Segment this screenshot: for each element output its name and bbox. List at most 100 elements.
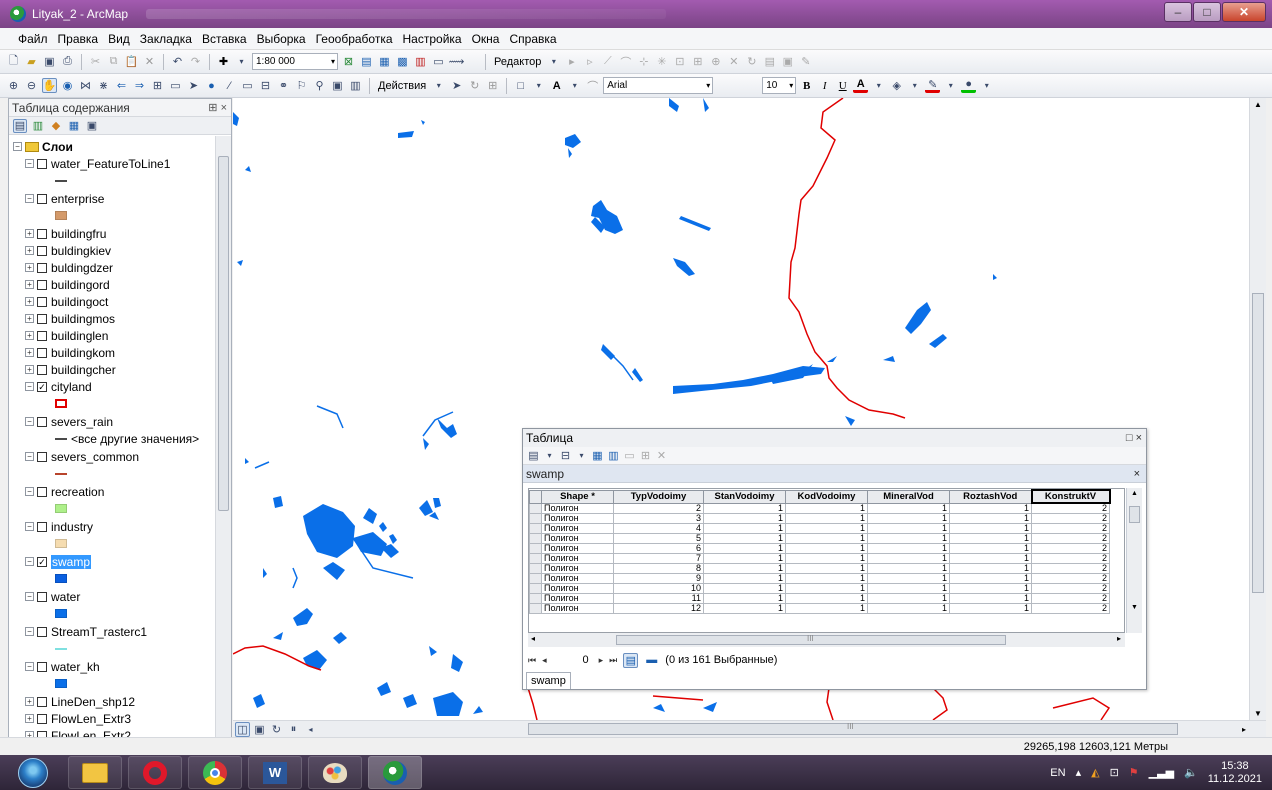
pause-drawing-icon[interactable]: ⏸ [286, 722, 301, 737]
table-cell[interactable]: 1 [785, 583, 868, 594]
minimize-button[interactable]: – [1164, 2, 1192, 22]
identify-icon[interactable]: ● [204, 78, 219, 93]
table-cell[interactable]: 1 [949, 603, 1032, 614]
refresh-icon[interactable]: ↻ [269, 722, 284, 737]
zoom-in-icon[interactable]: ⊕ [6, 78, 21, 93]
toc-pin-close-icon[interactable]: ⊞ × [208, 101, 227, 114]
taskbar-opera[interactable] [128, 756, 182, 789]
toc-scroll-thumb[interactable] [218, 156, 229, 511]
table-cell[interactable]: 1 [949, 563, 1032, 574]
table-cell[interactable]: 1 [867, 513, 950, 524]
collapse-icon[interactable]: − [25, 159, 34, 168]
table-cell[interactable]: 1 [703, 593, 786, 604]
cut-polygons-icon[interactable]: ⊕ [708, 54, 723, 69]
table-cell[interactable]: 1 [703, 533, 786, 544]
collapse-icon[interactable]: − [25, 522, 34, 531]
back-icon[interactable]: ⇐ [114, 78, 129, 93]
layer-visibility-checkbox[interactable] [37, 228, 47, 239]
row-selector[interactable] [529, 563, 542, 574]
scroll-left-icon[interactable]: ◂ [531, 634, 535, 643]
expand-icon[interactable]: + [25, 365, 34, 374]
time-slider-icon[interactable]: ⚲ [312, 78, 327, 93]
table-cell[interactable]: 1 [703, 573, 786, 584]
binoculars-icon[interactable]: ⚭ [276, 78, 291, 93]
layer-visibility-checkbox[interactable] [37, 364, 47, 375]
table-cell[interactable]: 8 [613, 563, 704, 574]
taskbar-arcmap[interactable] [368, 756, 422, 789]
collapse-icon[interactable]: − [25, 382, 34, 391]
table-cell[interactable]: 1 [949, 513, 1032, 524]
clear-selection-icon[interactable]: ▭ [168, 78, 183, 93]
layer-visibility-checkbox[interactable] [37, 296, 47, 307]
layer-visibility-checkbox[interactable] [37, 521, 47, 532]
last-record-button[interactable]: ⏭ [609, 655, 617, 666]
fixed-zoom-in-icon[interactable]: ⋈ [78, 78, 93, 93]
row-selector-header[interactable] [529, 489, 542, 504]
table-cell[interactable]: 1 [703, 553, 786, 564]
table-cell[interactable]: 2 [1031, 583, 1110, 594]
row-selector[interactable] [529, 593, 542, 604]
table-vscroll-thumb[interactable] [1129, 506, 1140, 523]
scroll-right-icon[interactable]: ▸ [1242, 725, 1246, 734]
layer-row-cityland[interactable]: − ✓ cityland [25, 378, 92, 395]
bold-button[interactable]: B [799, 78, 814, 93]
row-selector[interactable] [529, 523, 542, 534]
table-cell[interactable]: 4 [613, 523, 704, 534]
layer-row-swamp[interactable]: − ✓ swamp [25, 553, 92, 570]
layer-row-StreamT_rasterc1[interactable]: − StreamT_rasterc1 [25, 623, 147, 640]
table-cell[interactable]: 2 [1031, 533, 1110, 544]
layer-name-label[interactable]: water_FeatureToLine1 [51, 157, 170, 171]
expand-icon[interactable]: + [25, 297, 34, 306]
expand-icon[interactable]: + [25, 314, 34, 323]
create-viewer-icon[interactable]: ▣ [330, 78, 345, 93]
layer-row-recreation[interactable]: − recreation [25, 483, 104, 500]
layer-name-label[interactable]: water [51, 590, 80, 604]
maximize-button[interactable]: □ [1193, 2, 1221, 22]
save-icon[interactable]: ▣ [42, 54, 57, 69]
table-cell[interactable]: 1 [949, 573, 1032, 584]
table-cell[interactable]: 2 [1031, 513, 1110, 524]
table-cell[interactable]: Полигон [541, 573, 614, 584]
create-features-icon[interactable]: ✎ [798, 54, 813, 69]
layer-row-water[interactable]: − water [25, 588, 80, 605]
marker-color-icon[interactable]: ● [961, 78, 977, 93]
close-button[interactable]: ✕ [1222, 2, 1266, 22]
layer-name-label[interactable]: buildinglen [51, 329, 108, 343]
layer-name-label[interactable]: buildingord [51, 278, 110, 292]
collapse-icon[interactable]: − [13, 142, 22, 151]
table-cell[interactable]: 1 [703, 603, 786, 614]
table-row[interactable]: Полигон 8 1 1 1 1 2 [529, 563, 1110, 574]
table-cell[interactable]: 9 [613, 573, 704, 584]
delete-selected-icon[interactable]: ✕ [655, 449, 668, 462]
table-cell[interactable]: 1 [867, 533, 950, 544]
column-header[interactable]: Shape * [541, 489, 614, 504]
layer-name-label[interactable]: severs_common [51, 450, 139, 464]
catalog-icon[interactable]: ▦ [377, 54, 392, 69]
html-popup-icon[interactable]: ⁄ [222, 78, 237, 93]
table-cell[interactable]: 1 [949, 543, 1032, 554]
table-window-controls[interactable]: □ × [1126, 432, 1142, 444]
add-data-dropdown-icon[interactable]: ▾ [234, 54, 249, 69]
full-extent-icon[interactable]: ◉ [60, 78, 75, 93]
column-header[interactable]: MineralVod [867, 489, 950, 504]
column-header[interactable]: KodVodoimy [785, 489, 868, 504]
table-cell[interactable]: 2 [1031, 593, 1110, 604]
menu-insert[interactable]: Вставка [202, 32, 247, 46]
layer-row-buldingdzer[interactable]: + buldingdzer [25, 259, 113, 276]
expand-icon[interactable]: + [25, 331, 34, 340]
scroll-left-icon[interactable]: ◂ [303, 722, 318, 737]
row-selector[interactable] [529, 502, 542, 514]
tray-app-icon[interactable]: ◭ [1091, 766, 1099, 779]
go-to-xy-icon[interactable]: ⚐ [294, 78, 309, 93]
collapse-icon[interactable]: − [25, 592, 34, 601]
taskbar-chrome[interactable] [188, 756, 242, 789]
map-vscroll-thumb[interactable] [1252, 293, 1264, 593]
menu-customize[interactable]: Настройка [403, 32, 462, 46]
table-row[interactable]: Полигон 12 1 1 1 1 2 [529, 603, 1110, 614]
first-record-button[interactable]: ⏮ [528, 655, 536, 666]
map-hscroll-thumb[interactable]: III [528, 722, 1178, 735]
layer-visibility-checkbox[interactable] [37, 451, 47, 462]
table-row[interactable]: Полигон 9 1 1 1 1 2 [529, 573, 1110, 584]
layer-row-buildingmos[interactable]: + buildingmos [25, 310, 115, 327]
show-all-records-icon[interactable]: ▤ [623, 652, 639, 668]
